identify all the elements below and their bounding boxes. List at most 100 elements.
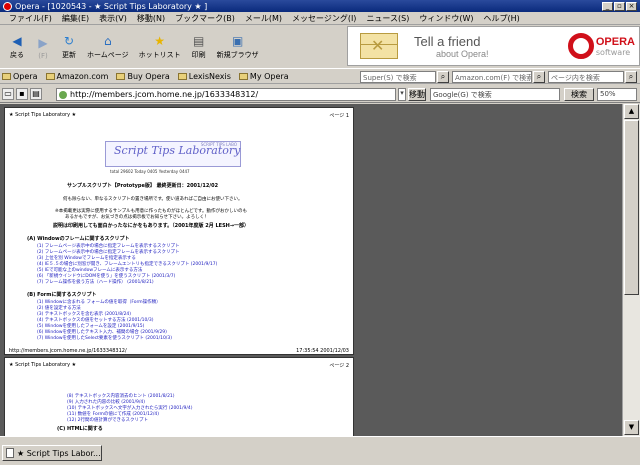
page2-header-left: ★ Script Tips Laboratory ★ [9,362,77,368]
ad-brand-sub: software [595,47,631,57]
hotlist-label: ホットリスト [138,51,181,59]
amazon-search-input[interactable]: Amazon.com(F) で検索 [452,71,532,83]
find-in-page-button[interactable]: ⌕ [625,71,637,83]
menu-bookmarks[interactable]: ブックマーク(B) [170,13,240,24]
bookmark-opera[interactable]: Opera [2,72,38,81]
window-controls: _ ▫ × [602,1,637,11]
hotlist-button[interactable]: ★ ホットリスト [134,28,186,60]
url-input[interactable]: http://members.jcom.home.ne.jp/163334831… [56,88,396,101]
envelope-icon [360,33,398,59]
search-button[interactable]: 検索 [564,88,594,101]
link-b12[interactable]: (12) 2行間の値計算ができるスクリプト [67,417,148,423]
intro-title: サンプルスクリプト【Prototype版】 最終更新日：2001/12/02 [67,183,219,189]
section-b-title: (B) Formに関するスクリプト [27,292,97,298]
menu-news[interactable]: ニュース(S) [361,13,414,24]
print-small-icon[interactable]: ▤ [30,88,42,100]
ad-tagline-2: about Opera! [436,48,489,59]
opera-logo-icon [567,33,594,59]
page-header-left: ★ Script Tips Laboratory ★ [9,112,77,118]
maximize-button[interactable]: ▫ [614,1,625,11]
intro-line-1: 何も除らない、単なるスクリプトの置き場所です。使い道あればご自由にお使い下さい。 [63,197,243,202]
main-toolbar: ◀ 戻る ▶ (F) ↻ 更新 ⌂ ホームページ ★ ホットリスト ▤ 印刷 ▣… [0,25,345,63]
title-bar: Opera - [1020543 - ★ Script Tips Laborat… [0,0,640,12]
page-bar: ★ Script Tips Labor... [0,436,640,465]
opera-app-icon [3,1,12,11]
bookmark-label: Opera [13,71,38,81]
bookmark-label: LexisNexis [188,71,231,81]
url-dropdown-icon[interactable]: ▾ [398,88,406,101]
super-search-button[interactable]: ⌕ [437,71,449,83]
window-title: Opera - [1020543 - ★ Script Tips Laborat… [15,1,208,11]
address-bar: ▭ ▪ ▤ http://members.jcom.home.ne.jp/163… [0,86,640,103]
new-page-icon[interactable]: ▭ [2,88,14,100]
back-label: 戻る [10,51,24,59]
forward-button[interactable]: ▶ (F) [30,28,56,60]
banner-subtitle: SCRIPT TIPS LABO [200,142,237,147]
reload-icon: ↻ [63,34,75,48]
menu-help[interactable]: ヘルプ(H) [479,13,525,24]
new-window-label: 新規ブラウザ [216,51,259,59]
url-text: http://members.jcom.home.ne.jp/163334831… [70,90,259,99]
new-window-button[interactable]: ▣ 新規ブラウザ [212,28,264,60]
scroll-thumb[interactable] [624,120,639,295]
opera-ad-banner[interactable]: Tell a friend about Opera! OPERA softwar… [347,26,640,66]
bookmark-label: My Opera [249,71,289,81]
close-button[interactable]: × [626,1,637,11]
forward-arrow-icon: ▶ [38,36,48,50]
folder-icon [45,72,55,80]
google-search-input[interactable]: Google(G) で検索 [430,88,560,101]
bookmark-label: Amazon.com [56,71,109,81]
page-content[interactable]: ★ Script Tips Laboratory ★ ページ 1 Script … [0,104,622,436]
hotlist-icon: ★ [154,34,166,48]
vertical-scrollbar[interactable]: ▲ ▼ [622,104,640,436]
menu-window[interactable]: ウィンドウ(W) [414,13,478,24]
menu-file[interactable]: ファイル(F) [4,13,57,24]
super-search-input[interactable]: Super(S) で検索 [360,71,436,83]
bookmark-buy-opera[interactable]: Buy Opera [116,71,170,81]
folder-icon [238,72,248,80]
personal-bar: Opera Amazon.com Buy Opera LexisNexis My… [0,68,640,84]
minimize-button[interactable]: _ [602,1,613,11]
bookmark-amazon[interactable]: Amazon.com [45,71,109,81]
print-label: 印刷 [191,51,206,59]
print-preview-page-2: ★ Script Tips Laboratory ★ ページ 2 (8) テキス… [4,357,354,436]
bookmark-my-opera[interactable]: My Opera [238,71,289,81]
page-footer-time: 17:35:54 2001/12/03 [296,348,349,354]
back-arrow-icon: ◀ [12,34,22,48]
page-header-right: ページ 1 [329,113,349,119]
reload-button[interactable]: ↻ 更新 [56,28,82,60]
section-a-title: (A) Windowのフレームに関するスクリプト [27,236,130,242]
page-tab[interactable]: ★ Script Tips Labor... [2,445,102,461]
find-in-page-input[interactable]: ページ内を検索 [548,71,624,83]
page2-header-right: ページ 2 [329,363,349,369]
zoom-select[interactable]: 50% [597,88,637,101]
document-icon [6,448,14,458]
scroll-down-arrow-icon[interactable]: ▼ [624,420,639,435]
printer-icon: ▤ [192,34,205,48]
save-icon[interactable]: ▪ [16,88,28,100]
menu-view[interactable]: 表示(V) [94,13,132,24]
folder-icon [177,72,187,80]
folder-icon [2,72,11,80]
bookmark-label: Buy Opera [127,71,170,81]
ad-tagline-1: Tell a friend [414,33,481,49]
new-window-icon: ▣ [231,34,244,48]
link-b7[interactable]: (7) Windowを使用したSelect要素を使うスクリプト (2001/10… [37,335,172,341]
home-button[interactable]: ⌂ ホームページ [82,28,134,60]
amazon-search-button[interactable]: ⌕ [533,71,545,83]
menu-messaging[interactable]: メッセージング(I) [287,13,361,24]
page-tab-label: ★ Script Tips Labor... [17,448,101,458]
go-button[interactable]: 移動 [408,88,426,101]
reload-label: 更新 [62,51,76,59]
print-preview-page-1: ★ Script Tips Laboratory ★ ページ 1 Script … [4,107,354,355]
menu-edit[interactable]: 編集(E) [57,13,94,24]
site-banner: Script Tips Laboratory SCRIPT TIPS LABO [105,141,241,167]
link-a7[interactable]: (7) フレーム操作を扱う方法（ハード操作） (2001/8/21) [37,279,154,285]
menu-mail[interactable]: メール(M) [240,13,287,24]
back-button[interactable]: ◀ 戻る [4,28,30,60]
bookmark-lexisnexis[interactable]: LexisNexis [177,71,231,81]
scroll-up-arrow-icon[interactable]: ▲ [624,104,639,119]
print-button[interactable]: ▤ 印刷 [186,28,212,60]
home-icon: ⌂ [104,34,112,48]
menu-navigate[interactable]: 移動(N) [132,13,170,24]
